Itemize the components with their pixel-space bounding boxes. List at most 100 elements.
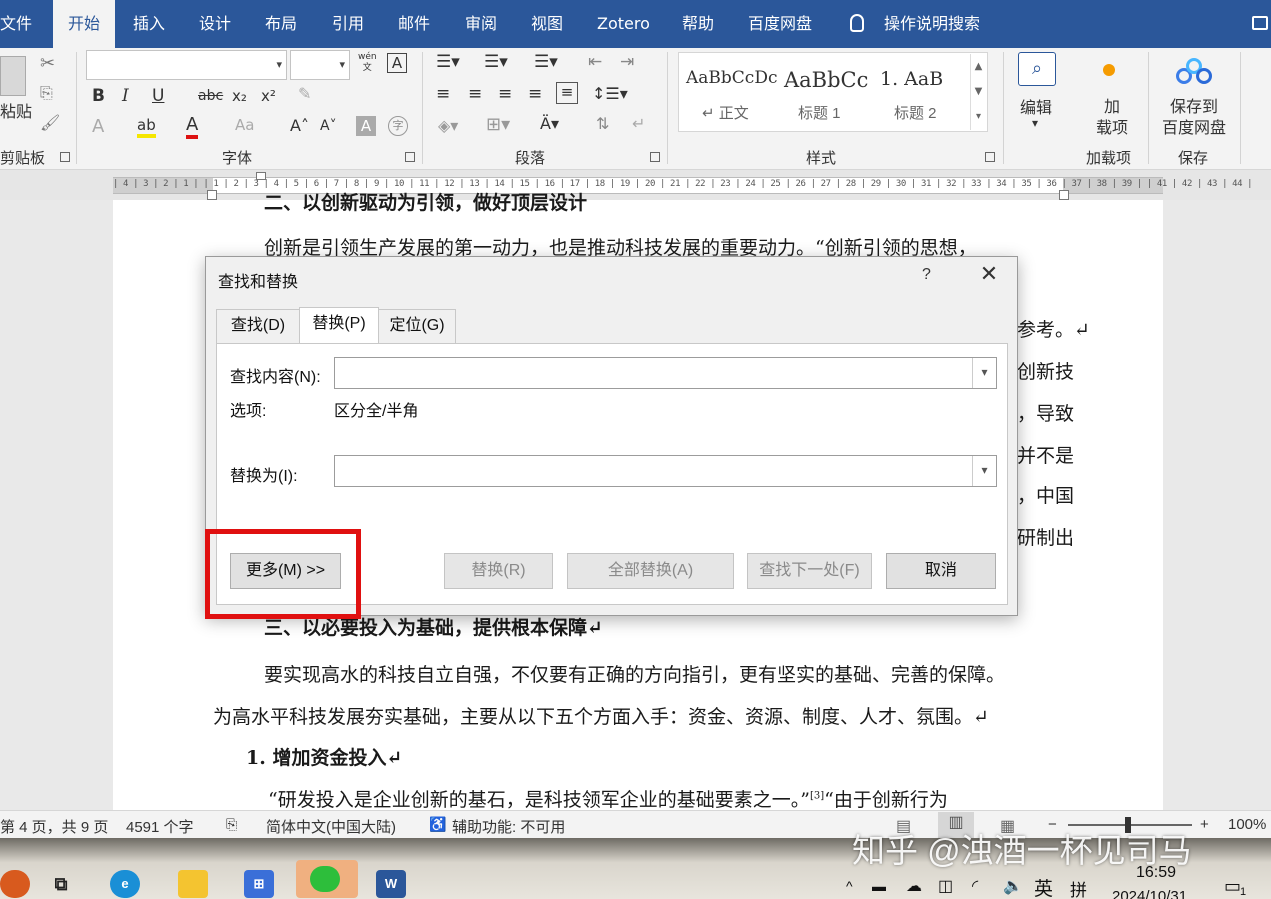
- replace-history-dropdown[interactable]: ▾: [972, 456, 996, 486]
- align-center-icon[interactable]: ≡: [468, 84, 482, 104]
- tab-review[interactable]: 审阅: [465, 0, 497, 48]
- first-line-indent-marker[interactable]: [256, 172, 266, 180]
- subscript-button[interactable]: x₂: [232, 87, 247, 105]
- text-effects-icon[interactable]: A: [92, 116, 104, 137]
- accessibility-status[interactable]: 辅助功能: 不可用: [452, 816, 565, 837]
- task-view-icon[interactable]: ⧉: [46, 870, 76, 898]
- cloud-icon[interactable]: ☁: [906, 876, 922, 896]
- superscript-button[interactable]: x²: [261, 87, 276, 105]
- wifi-icon[interactable]: ◜: [972, 876, 978, 896]
- find-what-input[interactable]: [334, 357, 997, 389]
- zoom-in-button[interactable]: +: [1200, 816, 1209, 833]
- tab-view[interactable]: 视图: [531, 0, 563, 48]
- input-language[interactable]: 英: [1034, 874, 1053, 899]
- numbering-icon[interactable]: ☰▾: [484, 52, 508, 72]
- line-spacing-icon[interactable]: ↕☰▾: [592, 84, 628, 103]
- bold-button[interactable]: B: [92, 86, 105, 106]
- multilevel-list-icon[interactable]: ☰▾: [534, 52, 558, 72]
- tell-me-search[interactable]: 操作说明搜索: [884, 0, 980, 48]
- tab-layout[interactable]: 布局: [265, 0, 297, 48]
- tab-home[interactable]: 开始: [53, 0, 115, 48]
- doc-citation[interactable]: [3]: [810, 791, 824, 802]
- tab-goto[interactable]: 定位(G): [378, 309, 456, 343]
- tab-find[interactable]: 查找(D): [216, 309, 300, 343]
- tab-file[interactable]: 文件: [0, 0, 40, 48]
- clock-date[interactable]: 2024/10/31: [1112, 888, 1187, 899]
- zoom-level[interactable]: 100%: [1228, 816, 1266, 833]
- battery-icon[interactable]: ▬: [872, 878, 886, 894]
- wechat-tile[interactable]: [296, 860, 358, 898]
- ime-mode[interactable]: 拼: [1070, 876, 1087, 899]
- tab-mailings[interactable]: 邮件: [398, 0, 430, 48]
- justify-icon[interactable]: ≡: [528, 84, 542, 104]
- bullets-icon[interactable]: ☰▾: [436, 52, 460, 72]
- cancel-button[interactable]: 取消: [886, 553, 996, 589]
- right-indent-marker[interactable]: [1059, 190, 1069, 200]
- tab-insert[interactable]: 插入: [133, 0, 165, 48]
- font-launcher-icon[interactable]: [405, 152, 415, 162]
- style-heading-1[interactable]: AaBbCc 标题 1: [778, 58, 868, 126]
- grow-font-button[interactable]: A˄: [290, 116, 309, 135]
- align-right-icon[interactable]: ≡: [498, 84, 512, 104]
- replace-all-button[interactable]: 全部替换(A): [567, 553, 734, 589]
- tab-zotero[interactable]: Zotero: [597, 0, 650, 48]
- store-icon[interactable]: ⊞: [244, 870, 274, 898]
- tab-help[interactable]: 帮助: [682, 0, 714, 48]
- addins-button[interactable]: 加 载项: [1096, 96, 1128, 138]
- editing-button[interactable]: 编辑: [1020, 94, 1052, 118]
- increase-indent-icon[interactable]: ⇥: [620, 52, 634, 72]
- font-name-combo[interactable]: ▾: [86, 50, 287, 80]
- phonetic-guide-icon[interactable]: wén 文: [358, 52, 377, 74]
- italic-button[interactable]: I: [122, 86, 129, 106]
- strikethrough-button[interactable]: abc: [198, 88, 223, 104]
- word-count[interactable]: 4591 个字: [126, 816, 194, 837]
- borders-icon[interactable]: ⊞▾: [486, 114, 510, 135]
- shrink-font-button[interactable]: A˅: [320, 118, 337, 134]
- tray-expand-icon[interactable]: ^: [846, 878, 853, 894]
- chinese-layout-icon[interactable]: Ä▾: [540, 114, 559, 133]
- style-normal[interactable]: AaBbCcDc ↵ 正文: [682, 58, 777, 126]
- word-icon[interactable]: W: [376, 870, 406, 898]
- left-indent-marker[interactable]: [207, 190, 217, 200]
- style-heading-2[interactable]: 1. AaB 标题 2: [874, 58, 964, 126]
- close-icon[interactable]: ✕: [976, 261, 1002, 287]
- show-marks-icon[interactable]: ↵: [632, 114, 645, 133]
- start-app-icon[interactable]: [0, 870, 30, 898]
- paragraph-launcher-icon[interactable]: [650, 152, 660, 162]
- tab-replace[interactable]: 替换(P): [299, 307, 379, 343]
- format-painter-icon[interactable]: 🖌: [40, 113, 60, 132]
- highlight-icon[interactable]: ab: [137, 116, 156, 138]
- page-count[interactable]: 第 4 页，共 9 页: [0, 816, 108, 837]
- find-history-dropdown[interactable]: ▾: [972, 358, 996, 388]
- notifications-icon[interactable]: ▭: [1224, 876, 1241, 897]
- clear-formatting-icon[interactable]: ✎: [298, 84, 311, 103]
- replace-button[interactable]: 替换(R): [444, 553, 553, 589]
- styles-launcher-icon[interactable]: [985, 152, 995, 162]
- cut-icon[interactable]: ✂: [40, 53, 55, 74]
- security-icon[interactable]: ◫: [938, 876, 953, 896]
- language-indicator[interactable]: 简体中文(中国大陆): [266, 816, 396, 837]
- change-case-button[interactable]: Aa: [235, 116, 254, 134]
- find-next-button[interactable]: 查找下一处(F): [747, 553, 872, 589]
- horizontal-ruler[interactable]: | 4 | 3 | 2 | 1 | | 1 | 2 | 3 | 4 | 5 | …: [0, 170, 1271, 200]
- paste-button[interactable]: 粘贴: [0, 98, 32, 122]
- enclose-characters-icon[interactable]: 字: [388, 116, 408, 136]
- decrease-indent-icon[interactable]: ⇤: [588, 52, 602, 72]
- clipboard-launcher-icon[interactable]: [60, 152, 70, 162]
- sort-icon[interactable]: ⇅: [596, 114, 609, 133]
- proofing-icon[interactable]: ⎘: [226, 816, 237, 833]
- character-shading-button[interactable]: A: [356, 116, 376, 136]
- tab-references[interactable]: 引用: [332, 0, 364, 48]
- help-icon[interactable]: ?: [922, 266, 931, 284]
- character-border-icon[interactable]: A: [387, 53, 407, 73]
- font-size-combo[interactable]: ▾: [290, 50, 350, 80]
- edge-icon[interactable]: e: [110, 870, 140, 898]
- volume-icon[interactable]: 🔈: [1003, 876, 1023, 896]
- copy-icon[interactable]: ⎘: [40, 83, 53, 103]
- shading-icon[interactable]: ◈▾: [438, 116, 458, 135]
- comments-icon[interactable]: [1252, 16, 1268, 30]
- replace-with-input[interactable]: [334, 455, 997, 487]
- styles-scroll[interactable]: ▲ ▼ ▾: [970, 54, 986, 130]
- tab-baidu-netdisk[interactable]: 百度网盘: [748, 0, 812, 48]
- font-color-icon[interactable]: A: [186, 114, 199, 139]
